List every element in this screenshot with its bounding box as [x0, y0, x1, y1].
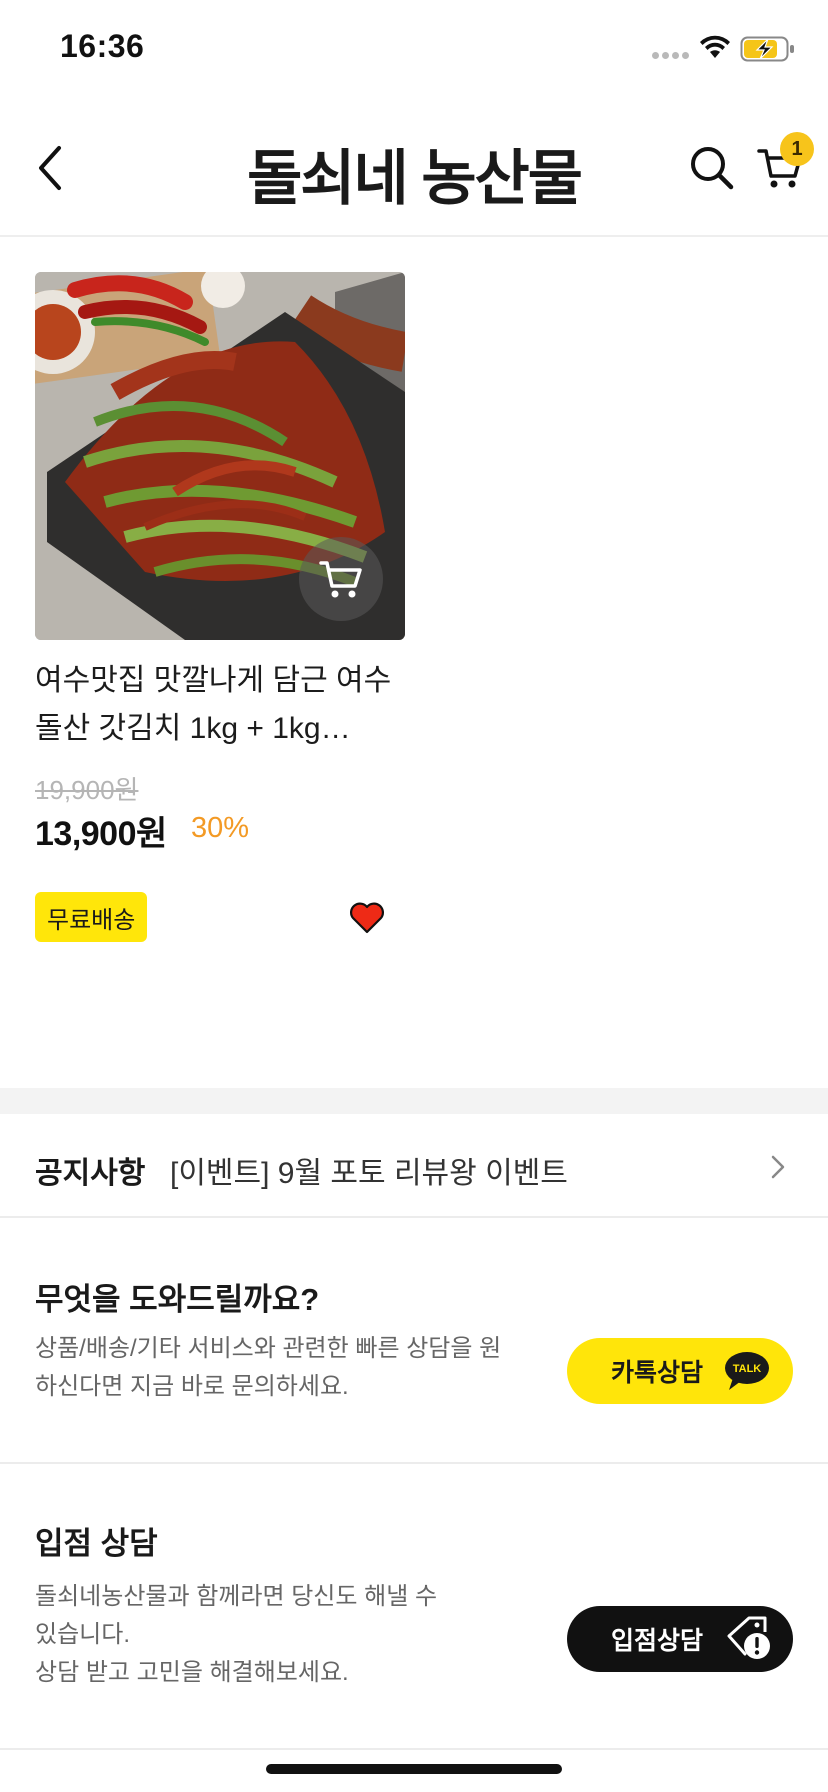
app-header: 돌쇠네 농산물 — [0, 100, 828, 237]
discount-rate: 30% — [191, 812, 250, 844]
help-title: 무엇을 도와드릴까요? — [35, 1282, 320, 1317]
sale-price: 13,900원 — [35, 815, 167, 853]
status-bar: 16:36 — [0, 0, 828, 100]
kakao-chat-label: 카톡상담 — [611, 1359, 704, 1387]
search-button[interactable] — [684, 140, 740, 196]
add-to-cart-button[interactable] — [299, 537, 383, 621]
kakao-chat-button[interactable]: 카톡상담 TALK — [567, 1338, 793, 1404]
tag-alert-icon — [727, 1616, 770, 1659]
partner-description-line: 상담 받고 고민을 해결해보세요. — [35, 1659, 349, 1686]
product-name[interactable]: 여수맛집 맛깔나게 담근 여수 돌산 갓김치 1kg + 1kg… — [35, 657, 405, 753]
original-price: 19,900원 — [35, 775, 139, 805]
search-icon — [691, 147, 734, 190]
section-divider — [0, 1088, 828, 1114]
wishlist-button[interactable] — [345, 898, 389, 938]
cart-count-badge: 1 — [780, 132, 814, 166]
heart-icon — [350, 902, 384, 934]
chevron-right-icon — [771, 1155, 785, 1179]
partner-section: 입점 상담 돌쇠네농산물과 함께라면 당신도 해낼 수 있습니다. 상담 받고 … — [0, 1464, 828, 1750]
partner-description-line: 있습니다. — [35, 1621, 130, 1648]
cart-icon — [319, 561, 362, 598]
talk-icon-text: TALK — [733, 1363, 762, 1375]
notice-label: 공지사항 — [35, 1157, 146, 1190]
partner-title: 입점 상담 — [35, 1526, 158, 1561]
wifi-icon — [700, 35, 730, 58]
product-image[interactable] — [35, 272, 405, 640]
product-card[interactable]: 여수맛집 맛깔나게 담근 여수 돌산 갓김치 1kg + 1kg… 19,900… — [35, 272, 405, 952]
help-description: 상품/배송/기타 서비스와 관련한 빠른 상담을 원하신다면 지금 바로 문의하… — [35, 1335, 502, 1400]
kakao-talk-icon: TALK — [725, 1352, 769, 1390]
help-section: 무엇을 도와드릴까요? 상품/배송/기타 서비스와 관련한 빠른 상담을 원하신… — [0, 1218, 828, 1464]
partner-inquiry-label: 입점상담 — [611, 1627, 704, 1655]
notice-text[interactable]: [이벤트] 9월 포토 리뷰왕 이벤트 — [170, 1148, 568, 1192]
notice-row[interactable]: 공지사항 [이벤트] 9월 포토 리뷰왕 이벤트 — [0, 1114, 828, 1218]
home-indicator — [266, 1764, 562, 1774]
status-time: 16:36 — [60, 28, 145, 64]
partner-description: 돌쇠네농산물과 함께라면 당신도 해낼 수 있습니다. 상담 받고 고민을 해결… — [35, 1578, 505, 1692]
free-shipping-badge: 무료배송 — [35, 892, 148, 942]
battery-charging-icon — [740, 36, 794, 62]
partner-inquiry-button[interactable]: 입점상담 — [567, 1606, 793, 1672]
partner-description-line: 돌쇠네농산물과 함께라면 당신도 해낼 수 — [35, 1583, 438, 1610]
signal-dots-icon — [652, 52, 690, 60]
app-screen: 16:36 돌쇠네 농산물 1 여수맛집 맛깔나게 담근 여수 돌산 갓김치 1… — [0, 0, 828, 1792]
